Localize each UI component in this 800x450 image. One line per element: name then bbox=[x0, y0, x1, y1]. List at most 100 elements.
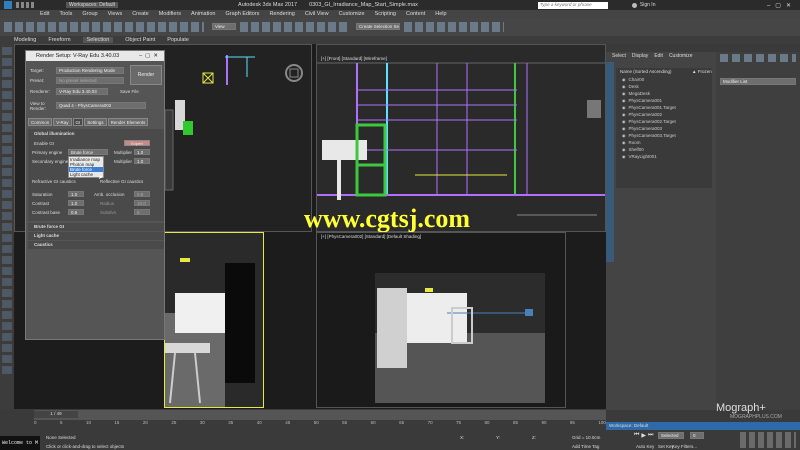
visibility-eye-icon[interactable]: ◉ bbox=[622, 154, 626, 159]
saturation-input[interactable]: 1.0 bbox=[68, 191, 84, 197]
scene-list-item[interactable]: ◉ PhysCamera001.Target bbox=[616, 104, 712, 111]
menu-create[interactable]: Create bbox=[132, 11, 149, 17]
tab-settings[interactable]: Settings bbox=[84, 118, 107, 126]
visibility-eye-icon[interactable]: ◉ bbox=[622, 105, 626, 110]
rollout-caustics[interactable]: Caustics bbox=[28, 241, 164, 249]
left-tool-icon[interactable] bbox=[2, 333, 12, 341]
scene-list-header[interactable]: Name (Sorted Ascending) bbox=[620, 69, 672, 74]
ribbon-tab-object-paint[interactable]: Object Paint bbox=[125, 37, 155, 43]
left-tool-icon[interactable] bbox=[2, 212, 12, 220]
sign-in-link[interactable]: Sign In bbox=[640, 2, 656, 8]
visibility-eye-icon[interactable]: ◉ bbox=[622, 133, 626, 138]
left-tool-icon[interactable] bbox=[2, 102, 12, 110]
menu-modifiers[interactable]: Modifiers bbox=[159, 11, 181, 17]
reflective-gi-checkbox[interactable]: Reflective GI caustics bbox=[100, 179, 143, 184]
viewport-camera-left[interactable] bbox=[164, 232, 264, 408]
menu-animation[interactable]: Animation bbox=[191, 11, 215, 17]
viewport-front-label[interactable]: [+] [Front] [Standard] [Wireframe] bbox=[321, 56, 387, 61]
app-logo-icon[interactable] bbox=[4, 1, 12, 9]
selected-dropdown[interactable]: Selected bbox=[658, 432, 684, 439]
left-tool-icon[interactable] bbox=[2, 300, 12, 308]
viewport-camera-right[interactable]: [+] [PhysCamera002] [Standard] [Default … bbox=[316, 232, 566, 408]
visibility-eye-icon[interactable]: ◉ bbox=[622, 77, 626, 82]
viewport-camera-label[interactable]: [+] [PhysCamera002] [Standard] [Default … bbox=[321, 234, 421, 239]
target-dropdown[interactable]: Production Rendering Mode bbox=[56, 67, 124, 74]
visibility-eye-icon[interactable]: ◉ bbox=[622, 119, 626, 124]
left-tool-icon[interactable] bbox=[2, 80, 12, 88]
nav-controls[interactable] bbox=[740, 432, 796, 448]
left-tool-icon[interactable] bbox=[2, 91, 12, 99]
account-icon[interactable] bbox=[631, 2, 637, 8]
visibility-eye-icon[interactable]: ◉ bbox=[622, 140, 626, 145]
maxscript-prompt[interactable]: Welcome to M bbox=[0, 436, 40, 450]
view-dropdown[interactable]: View bbox=[212, 23, 236, 30]
explorer-tab-select[interactable]: Select bbox=[612, 53, 626, 59]
scene-list-item[interactable]: ◉ Desk bbox=[616, 83, 712, 90]
amb-occlusion-input[interactable]: 0.8 bbox=[134, 191, 150, 197]
maxscript-listener[interactable]: Welcome to M bbox=[0, 436, 40, 450]
tab-common[interactable]: Common bbox=[28, 118, 53, 126]
left-tool-icon[interactable] bbox=[2, 135, 12, 143]
toolbar-icons-left[interactable] bbox=[4, 22, 204, 32]
explorer-tab-edit[interactable]: Edit bbox=[654, 53, 663, 59]
go-start-icon[interactable]: ⏮ bbox=[634, 432, 639, 440]
render-button[interactable]: Render bbox=[130, 65, 162, 85]
left-tool-icon[interactable] bbox=[2, 157, 12, 165]
tab-gi[interactable]: GI bbox=[72, 118, 84, 126]
multiplier-input-1[interactable]: 1.0 bbox=[134, 149, 150, 155]
gi-section-header[interactable]: Global illumination bbox=[34, 131, 75, 136]
left-tool-icon[interactable] bbox=[2, 289, 12, 297]
menu-scripting[interactable]: Scripting bbox=[375, 11, 396, 17]
menu-edit[interactable]: Edit bbox=[40, 11, 49, 17]
play-icon[interactable]: ▶ bbox=[641, 432, 646, 440]
refractive-gi-checkbox[interactable]: Refractive GI caustics bbox=[32, 179, 76, 184]
save-file-checkbox[interactable]: Save File bbox=[120, 89, 139, 94]
multiplier-input-2[interactable]: 1.0 bbox=[134, 158, 150, 164]
left-tool-icon[interactable] bbox=[2, 322, 12, 330]
left-tool-icon[interactable] bbox=[2, 113, 12, 121]
scene-list-item[interactable]: ◉ Room bbox=[616, 139, 712, 146]
left-tool-icon[interactable] bbox=[2, 366, 12, 374]
visibility-eye-icon[interactable]: ◉ bbox=[622, 84, 626, 89]
explorer-tab-customize[interactable]: Customize bbox=[669, 53, 693, 59]
left-tool-icon[interactable] bbox=[2, 311, 12, 319]
left-tool-icon[interactable] bbox=[2, 245, 12, 253]
contrast-input[interactable]: 1.0 bbox=[68, 200, 84, 206]
modifier-list-dropdown[interactable]: Modifier List bbox=[720, 78, 796, 85]
radius-input[interactable]: 10.0 bbox=[134, 200, 150, 206]
scene-list-item[interactable]: ◉ PhysCamera002 bbox=[616, 111, 712, 118]
scene-list-item[interactable]: ◉ PhysCamera003.Target bbox=[616, 132, 712, 139]
ribbon-tab-selection[interactable]: Selection bbox=[82, 37, 114, 43]
scene-list-item[interactable]: ◉ PhysCamera001 bbox=[616, 97, 712, 104]
dialog-window-controls[interactable]: –▢✕ bbox=[139, 53, 161, 59]
key-filters-button[interactable]: Key Filters... bbox=[672, 444, 697, 449]
menu-group[interactable]: Group bbox=[82, 11, 97, 17]
toolbar-icons-mid[interactable] bbox=[240, 22, 350, 32]
menu-views[interactable]: Views bbox=[108, 11, 123, 17]
scene-list-item[interactable]: ◉ MegaDesk bbox=[616, 90, 712, 97]
ribbon-tab-populate[interactable]: Populate bbox=[167, 37, 189, 43]
left-tool-icon[interactable] bbox=[2, 234, 12, 242]
visibility-eye-icon[interactable]: ◉ bbox=[622, 126, 626, 131]
expert-button[interactable]: Expert bbox=[124, 140, 150, 146]
left-tool-icon[interactable] bbox=[2, 256, 12, 264]
visibility-eye-icon[interactable]: ◉ bbox=[622, 91, 626, 96]
menu-civil-view[interactable]: Civil View bbox=[305, 11, 329, 17]
add-time-tag[interactable]: Add Time Tag bbox=[572, 444, 599, 449]
rollout-brute-force[interactable]: Brute force GI bbox=[28, 223, 164, 231]
menu-help[interactable]: Help bbox=[435, 11, 446, 17]
left-tool-icon[interactable] bbox=[2, 344, 12, 352]
search-input[interactable]: Type a keyword or phrase bbox=[537, 1, 608, 9]
scene-list-item[interactable]: ◉ PhysCamera002.Target bbox=[616, 118, 712, 125]
render-setup-dialog[interactable]: Render Setup: V-Ray Edu 3.40.03 –▢✕ Targ… bbox=[25, 50, 165, 340]
tab-vray[interactable]: V-Ray bbox=[53, 118, 72, 126]
subdivs-input[interactable]: 8 bbox=[134, 209, 150, 215]
scene-list-item[interactable]: ◉ Chair00 bbox=[616, 76, 712, 83]
scene-list-item[interactable]: ◉ PhysCamera003 bbox=[616, 125, 712, 132]
scene-list-item[interactable]: ◉ Shelf00 bbox=[616, 146, 712, 153]
amb-occlusion-checkbox[interactable]: Amb. occlusion bbox=[94, 192, 125, 197]
menu-rendering[interactable]: Rendering bbox=[269, 11, 294, 17]
visibility-eye-icon[interactable]: ◉ bbox=[622, 112, 626, 117]
menu-graph-editors[interactable]: Graph Editors bbox=[226, 11, 260, 17]
window-controls[interactable]: –▢✕ bbox=[767, 2, 796, 9]
